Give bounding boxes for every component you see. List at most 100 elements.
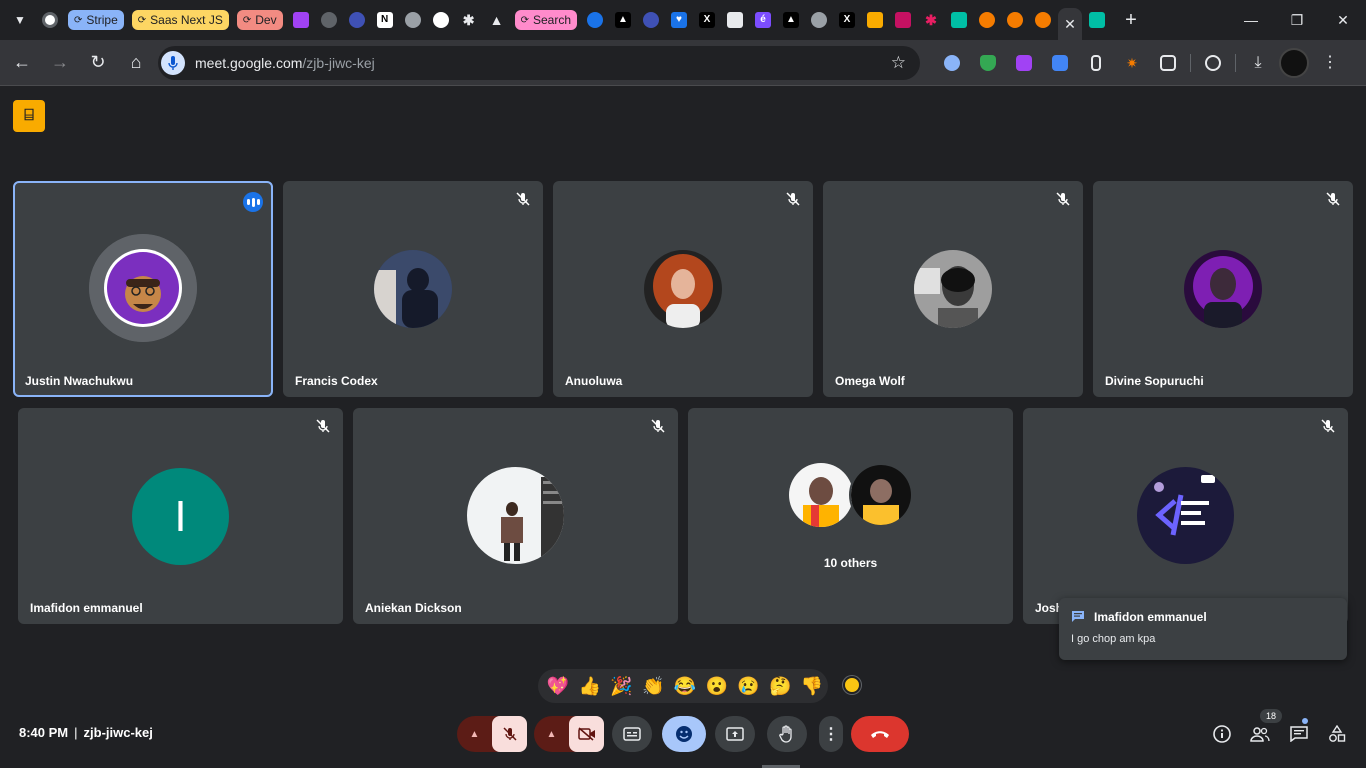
tab-group-dev[interactable]: ⟳ Dev — [236, 10, 283, 30]
participant-tile[interactable]: Omega Wolf — [823, 181, 1083, 397]
participant-tile[interactable]: Justin Nwachukwu — [13, 181, 273, 397]
avatar — [914, 250, 992, 328]
tab-favicon[interactable]: ▲ — [778, 7, 804, 33]
meeting-info-icon[interactable]: ⌸ — [13, 100, 45, 132]
reaction-surprised[interactable]: 😮 — [701, 670, 733, 702]
participant-tile[interactable]: Francis Codex — [283, 181, 543, 397]
people-button[interactable] — [1248, 722, 1272, 746]
tab-x-icon[interactable]: X — [694, 7, 720, 33]
active-tab-close-icon[interactable]: ✕ — [1058, 8, 1082, 40]
tab-favicon[interactable] — [400, 7, 426, 33]
tab-favicon[interactable]: ♥ — [666, 7, 692, 33]
participant-tile[interactable]: Aniekan Dickson — [353, 408, 678, 624]
tab-group-search[interactable]: ⟳ Search — [514, 10, 577, 30]
tab-github-icon[interactable] — [428, 7, 454, 33]
chat-icon — [1290, 726, 1308, 742]
mic-off-button[interactable] — [492, 716, 527, 752]
leave-call-button[interactable] — [851, 716, 909, 752]
tab-favicon[interactable] — [862, 7, 888, 33]
people-icon — [1250, 727, 1270, 742]
extension-icon[interactable] — [934, 48, 970, 78]
bookmark-star-icon[interactable]: ☆ — [891, 53, 906, 73]
profile-avatar[interactable] — [1276, 48, 1312, 78]
raise-hand-button[interactable] — [767, 716, 807, 752]
captions-icon — [623, 727, 641, 741]
tab-favicon[interactable] — [1030, 7, 1056, 33]
tab-favicon[interactable] — [1084, 7, 1110, 33]
more-options-button[interactable]: ⋮ — [819, 716, 843, 752]
download-icon[interactable]: ⤓ — [1240, 48, 1276, 78]
participant-tile[interactable]: Josh — [1023, 408, 1348, 624]
others-tile[interactable]: 10 others — [688, 408, 1013, 624]
restore-icon[interactable]: ❐ — [1274, 0, 1320, 40]
forward-arrow-icon[interactable]: → — [42, 45, 78, 81]
participant-name: Francis Codex — [295, 374, 378, 388]
reload-icon[interactable]: ↻ — [80, 45, 116, 81]
history-icon[interactable] — [1195, 48, 1231, 78]
captions-button[interactable] — [612, 716, 652, 752]
extension-shield-icon[interactable] — [970, 48, 1006, 78]
extension-spark-icon[interactable]: ✷ — [1114, 48, 1150, 78]
reaction-thinking[interactable]: 🤔 — [764, 670, 796, 702]
camera-off-button[interactable] — [569, 716, 604, 752]
mic-permission-icon[interactable] — [161, 51, 185, 75]
reaction-thumbs-up[interactable]: 👍 — [574, 670, 606, 702]
present-screen-button[interactable] — [715, 716, 755, 752]
url-text: meet.google.com/zjb-jiwc-kej — [195, 55, 375, 71]
minimize-icon[interactable]: — — [1228, 0, 1274, 40]
avatar — [89, 234, 197, 342]
participant-tile[interactable]: Divine Sopuruchi — [1093, 181, 1353, 397]
participant-tile[interactable]: I Imafidon emmanuel — [18, 408, 343, 624]
tab-favicon[interactable] — [316, 7, 342, 33]
camera-off-icon — [577, 727, 595, 741]
tab-favicon[interactable]: ▲ — [484, 7, 510, 33]
tab-group-saas[interactable]: ⟳ Saas Next JS — [131, 10, 229, 30]
tab-search-chevron-icon[interactable]: ▼ — [7, 7, 33, 33]
reaction-heart[interactable]: 💖 — [542, 670, 574, 702]
back-arrow-icon[interactable]: ← — [4, 45, 40, 81]
participant-name: Imafidon emmanuel — [30, 601, 143, 615]
close-window-icon[interactable]: ✕ — [1320, 0, 1366, 40]
chat-message-toast[interactable]: Imafidon emmanuel I go chop am kpa — [1059, 598, 1347, 660]
tab-favicon[interactable] — [946, 7, 972, 33]
meeting-details-button[interactable] — [1210, 722, 1234, 746]
address-bar[interactable]: meet.google.com/zjb-jiwc-kej ☆ — [158, 46, 920, 80]
tab-favicon[interactable] — [890, 7, 916, 33]
tab-x-icon[interactable]: X — [834, 7, 860, 33]
activities-button[interactable] — [1325, 722, 1349, 746]
reaction-thumbs-down[interactable]: 👎 — [796, 670, 828, 702]
audio-options-chevron-icon[interactable]: ▲ — [457, 716, 492, 752]
tab-favicon[interactable] — [1002, 7, 1028, 33]
browser-menu-icon[interactable]: ⋮ — [1312, 48, 1348, 78]
tab-group-stripe[interactable]: ⟳ Stripe — [68, 10, 124, 30]
tab-favicon[interactable] — [638, 7, 664, 33]
extension-icon[interactable] — [1006, 48, 1042, 78]
reactions-button[interactable] — [662, 716, 706, 752]
device-icon[interactable] — [1078, 48, 1114, 78]
tab-favicon[interactable]: N — [372, 7, 398, 33]
reaction-clap[interactable]: 👏 — [637, 670, 669, 702]
mic-off-icon — [516, 192, 530, 206]
skin-tone-picker[interactable] — [843, 676, 861, 694]
reaction-party[interactable]: 🎉 — [606, 670, 638, 702]
tab-favicon[interactable] — [806, 7, 832, 33]
tab-favicon[interactable] — [288, 7, 314, 33]
tab-favicon[interactable] — [974, 7, 1000, 33]
tab-favicon[interactable]: é — [750, 7, 776, 33]
participant-tile[interactable]: Anuoluwa — [553, 181, 813, 397]
tab-favicon[interactable] — [722, 7, 748, 33]
chat-button[interactable] — [1287, 722, 1311, 746]
tab-favicon[interactable] — [582, 7, 608, 33]
reaction-laugh[interactable]: 😂 — [669, 670, 701, 702]
tab-chrome[interactable] — [37, 7, 63, 33]
tab-favicon[interactable] — [344, 7, 370, 33]
reaction-sad[interactable]: 😢 — [733, 670, 765, 702]
new-tab-plus-icon[interactable]: + — [1118, 7, 1144, 33]
tab-favicon[interactable]: ✱ — [918, 7, 944, 33]
tab-favicon[interactable]: ✱ — [456, 7, 482, 33]
video-options-chevron-icon[interactable]: ▲ — [534, 716, 569, 752]
extensions-puzzle-icon[interactable] — [1150, 48, 1186, 78]
home-icon[interactable]: ⌂ — [118, 45, 154, 81]
tab-favicon[interactable]: ▲ — [610, 7, 636, 33]
extension-icon[interactable] — [1042, 48, 1078, 78]
